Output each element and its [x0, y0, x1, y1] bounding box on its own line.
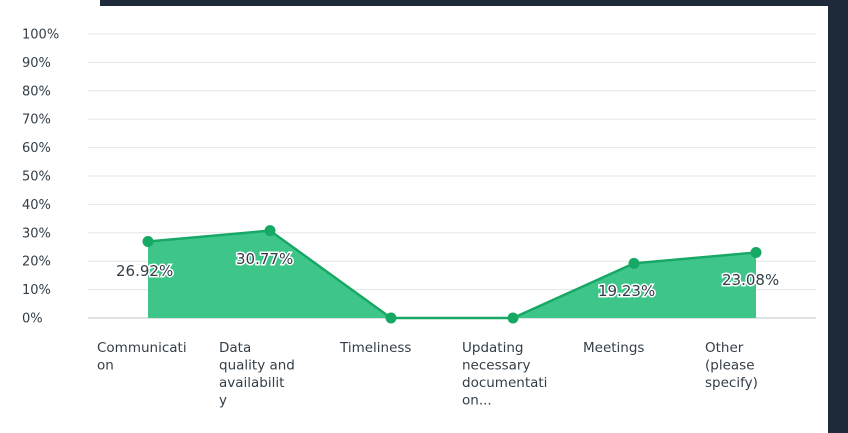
y-tick-label: 20% [22, 255, 51, 270]
data-label: 19.23% [598, 282, 655, 300]
x-category-line: Meetings [583, 340, 644, 356]
x-category-label: Other (please specify) [705, 340, 758, 391]
data-point[interactable] [628, 257, 640, 269]
x-category-line: on [97, 358, 114, 374]
y-tick-label: 50% [22, 170, 51, 185]
y-tick-label: 60% [22, 141, 51, 156]
data-point[interactable] [750, 246, 762, 258]
data-label: 23.08% [722, 271, 779, 289]
x-category-line: Communicati [97, 340, 187, 356]
y-tick-label: 80% [22, 84, 51, 99]
data-label: 30.77% [236, 250, 293, 268]
x-category-line: y [219, 393, 227, 409]
x-category-line: availabilit [219, 375, 284, 391]
x-category-line: Other [705, 340, 744, 356]
x-category-line: on... [462, 393, 492, 409]
series-area [148, 230, 756, 318]
y-tick-label: 70% [22, 113, 51, 128]
x-category-label: Timeliness [339, 340, 411, 356]
data-point[interactable] [385, 312, 397, 324]
area-chart: 0% 10% 20% 30% 40% 50% 60% 70% 80% 90% 100% Commun… [22, 28, 816, 409]
data-point[interactable] [507, 312, 519, 324]
x-category-label: Data quality and availabilit y [219, 340, 295, 409]
x-category-label: Updating necessary documentati on... [462, 340, 547, 409]
x-category-line: (please [705, 358, 755, 374]
x-category-line: Updating [462, 340, 523, 356]
data-point[interactable] [264, 225, 276, 237]
x-axis: Communicati on Data quality and availabilit y… [97, 340, 758, 409]
x-category-line: necessary [462, 358, 530, 374]
y-tick-label: 40% [22, 198, 51, 213]
x-category-label: Communicati on [97, 340, 187, 374]
y-tick-label: 0% [22, 312, 43, 327]
x-category-line: documentati [462, 375, 547, 391]
data-label: 26.92% [116, 262, 173, 280]
x-category-line: Data [219, 340, 251, 356]
y-tick-label: 30% [22, 226, 51, 241]
x-category-line: quality and [219, 358, 295, 374]
plot-area [142, 225, 762, 324]
y-tick-label: 90% [22, 56, 51, 71]
data-point[interactable] [142, 236, 154, 248]
x-category-label: Meetings [583, 340, 644, 356]
y-tick-label: 10% [22, 283, 51, 298]
y-tick-label: 100% [22, 28, 59, 43]
y-axis: 0% 10% 20% 30% 40% 50% 60% 70% 80% 90% 100% [22, 28, 59, 327]
x-category-line: Timeliness [339, 340, 411, 356]
x-category-line: specify) [705, 375, 758, 391]
